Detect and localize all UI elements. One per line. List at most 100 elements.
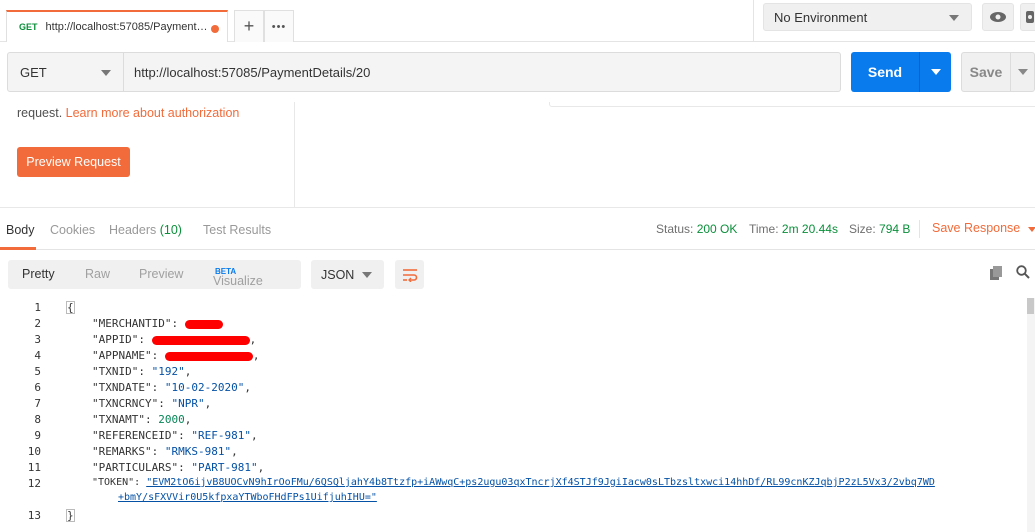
tab-method: GET <box>19 22 38 32</box>
save-response-label: Save Response <box>932 221 1021 235</box>
tab-test-results[interactable]: Test Results <box>203 223 271 237</box>
ellipsis-icon: ••• <box>271 20 287 33</box>
json-value: 2000 <box>158 413 185 426</box>
scrollbar-track[interactable] <box>1027 298 1035 532</box>
environment-select[interactable]: No Environment <box>763 3 972 31</box>
size-info: Size: 794 B <box>849 222 910 236</box>
preview-request-button[interactable]: Preview Request <box>17 147 130 177</box>
status-info: Status: 200 OK <box>656 222 737 236</box>
wrap-icon <box>402 268 417 282</box>
close-brace: } <box>66 509 75 522</box>
chevron-down-icon <box>1028 227 1035 232</box>
line-number-gutter: 1 2 3 4 5 6 7 8 9 10 11 12 13 <box>0 298 56 532</box>
url-input[interactable]: http://localhost:57085/PaymentDetails/20 <box>124 52 841 92</box>
json-value: "NPR" <box>171 397 205 410</box>
code-line: "MERCHANTID": <box>92 317 223 330</box>
auth-text: request. <box>17 106 66 120</box>
eye-icon <box>990 12 1006 22</box>
learn-more-link[interactable]: Learn more about authorization <box>66 106 240 120</box>
code-line: } <box>66 509 75 522</box>
auth-help-text: request. Learn more about authorization <box>17 106 239 120</box>
status-value: 200 OK <box>696 222 738 236</box>
line-number: 8 <box>34 413 41 426</box>
send-button[interactable]: Send <box>851 52 951 92</box>
line-number: 7 <box>34 397 41 410</box>
code-line: "PARTICULARS": "PART-981", <box>92 461 265 474</box>
time-value: 2m 20.44s <box>781 222 838 236</box>
format-select[interactable]: JSON <box>311 260 384 289</box>
line-number: 9 <box>34 429 41 442</box>
redaction-mark <box>184 319 223 329</box>
gear-icon <box>1026 11 1034 23</box>
copy-icon[interactable] <box>990 266 1003 280</box>
save-response-button[interactable]: Save Response <box>932 221 1035 235</box>
environment-quick-look-button[interactable] <box>982 3 1014 31</box>
more-tabs-button[interactable]: ••• <box>264 10 294 42</box>
json-key: "TXNID" <box>92 365 139 378</box>
chevron-down-icon <box>362 272 372 278</box>
chevron-down-icon <box>930 69 941 75</box>
size-label: Size: <box>849 222 876 236</box>
method-label: GET <box>20 64 47 80</box>
code-line-wrapped: +bmY/sFXVVir0U5kfpxaYTWboFHdFPs1UifjuhIH… <box>118 492 377 503</box>
new-tab-button[interactable]: + <box>234 10 264 42</box>
scrollbar-thumb[interactable] <box>1027 298 1034 314</box>
status-label: Status: <box>656 222 694 236</box>
json-value: "10-02-2020" <box>164 381 245 394</box>
save-options-button[interactable] <box>1011 69 1034 75</box>
code-line: { <box>66 301 75 314</box>
request-tab[interactable]: GET http://localhost:57085/Payment… <box>6 10 228 42</box>
line-number: 11 <box>27 461 41 474</box>
line-number: 4 <box>34 349 41 362</box>
code-line: "TXNID": "192", <box>92 365 192 378</box>
settings-button[interactable] <box>1020 3 1035 31</box>
tab-cookies[interactable]: Cookies <box>50 223 95 237</box>
authorization-help: request. Learn more about authorization … <box>0 102 295 208</box>
code-line: "TOKEN": "EVM2tO6ijvB8UOCvN9hIrOoFMu/6QS… <box>92 477 935 488</box>
tab-headers[interactable]: Headers (10) <box>109 223 182 237</box>
line-number: 1 <box>34 301 41 314</box>
method-select[interactable]: GET <box>7 52 124 92</box>
response-body-editor[interactable]: 1 2 3 4 5 6 7 8 9 10 11 12 13 { "MERCHAN… <box>0 298 1035 532</box>
request-bar: GET http://localhost:57085/PaymentDetail… <box>0 42 1035 102</box>
line-number: 13 <box>27 509 41 522</box>
json-value: "PART-981" <box>191 461 258 474</box>
send-label: Send <box>867 64 903 80</box>
headers-label: Headers <box>109 223 157 237</box>
json-key: "MERCHANTID" <box>92 317 172 330</box>
redaction-mark <box>164 351 253 361</box>
divider <box>919 220 920 238</box>
save-button[interactable]: Save <box>961 52 1035 92</box>
json-key: "REMARKS" <box>92 445 152 458</box>
divider <box>753 0 754 42</box>
code-line: "REFERENCEID": "REF-981", <box>92 429 258 442</box>
view-raw[interactable]: Raw <box>85 267 110 281</box>
open-brace: { <box>66 301 75 314</box>
view-preview[interactable]: Preview <box>139 267 183 281</box>
json-key: "APPNAME" <box>92 349 152 362</box>
tab-bar: GET http://localhost:57085/Payment… + ••… <box>0 0 1035 42</box>
format-label: JSON <box>321 267 355 282</box>
body-view-toolbar: Pretty Raw Preview Visualize BETA JSON <box>0 250 1035 298</box>
size-value: 794 B <box>879 222 911 236</box>
line-number: 5 <box>34 365 41 378</box>
view-pretty[interactable]: Pretty <box>22 267 55 281</box>
json-key: "TXNDATE" <box>92 381 152 394</box>
environment-label: No Environment <box>774 9 868 25</box>
send-options-button[interactable] <box>920 69 951 75</box>
visualize-label: Visualize <box>213 274 263 288</box>
json-value: "RMKS-981" <box>164 445 232 458</box>
plus-icon: + <box>243 16 255 36</box>
json-key: "TXNCRNCY" <box>92 397 159 410</box>
tab-body[interactable]: Body <box>6 223 35 237</box>
json-key: "PARTICULARS" <box>92 461 179 474</box>
authorization-panel: request. Learn more about authorization … <box>0 102 1035 208</box>
view-mode-selector: Pretty Raw Preview Visualize BETA <box>8 260 301 289</box>
save-label: Save <box>969 64 1003 80</box>
search-icon[interactable] <box>1016 265 1030 279</box>
view-visualize[interactable]: Visualize BETA <box>213 267 263 288</box>
wrap-lines-button[interactable] <box>395 260 424 289</box>
chevron-down-icon <box>1017 69 1028 75</box>
json-key: "TOKEN" <box>92 477 135 488</box>
token-value: "EVM2tO6ijvB8UOCvN9hIrOoFMu/6QSQljahY4b8… <box>146 477 935 488</box>
